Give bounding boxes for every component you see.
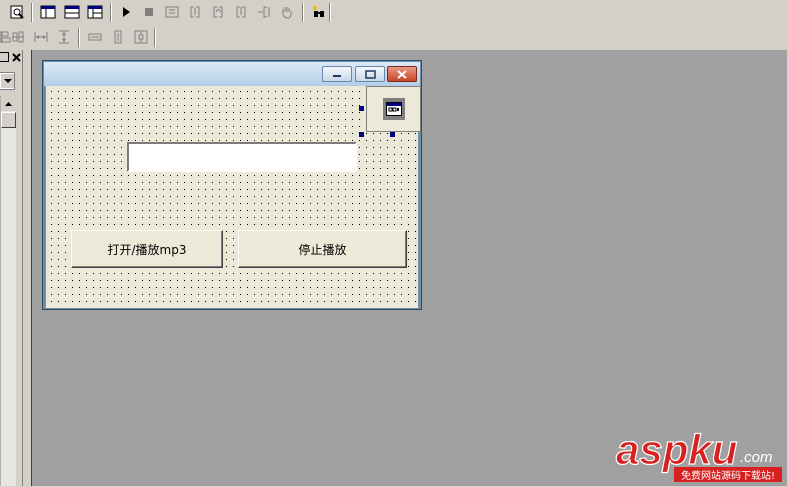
watermark-brand: aspku	[616, 426, 737, 473]
selection-handle[interactable]	[359, 106, 364, 111]
center-in-form-icon[interactable]	[131, 28, 151, 46]
scroll-thumb[interactable]	[1, 112, 16, 128]
run-icon[interactable]	[116, 3, 136, 21]
media-control-icon	[382, 98, 405, 120]
step-over-icon[interactable]	[208, 3, 228, 21]
close-icon	[397, 69, 407, 79]
file-path-input[interactable]	[127, 142, 357, 172]
selection-handle[interactable]	[390, 132, 395, 137]
form-view-icon[interactable]	[62, 3, 82, 21]
splitter[interactable]	[23, 50, 32, 486]
selection-handle[interactable]	[359, 132, 364, 137]
minimize-button[interactable]	[322, 66, 352, 82]
watermark-suffix: .com	[740, 449, 773, 466]
debug-tool-icon[interactable]	[309, 3, 329, 21]
maximize-icon	[364, 69, 376, 79]
run-to-cursor-icon[interactable]	[254, 3, 274, 21]
find-icon[interactable]	[7, 3, 27, 21]
space-vertical-icon[interactable]	[54, 28, 74, 46]
minimize-icon	[333, 75, 341, 77]
align-center-icon[interactable]	[8, 28, 28, 46]
chevron-down-icon	[1, 74, 14, 88]
stop-play-button[interactable]: 停止播放	[238, 230, 407, 268]
form-layout-icon[interactable]	[38, 3, 58, 21]
form-editor-toolbar	[0, 25, 787, 51]
left-docked-panel	[0, 50, 23, 486]
standard-toolbar	[0, 0, 787, 26]
object-dropdown[interactable]	[0, 72, 15, 90]
mci-media-control[interactable]	[366, 86, 421, 132]
panel-scrollbar[interactable]	[0, 96, 16, 486]
step-icon[interactable]	[162, 3, 182, 21]
watermark-tagline: 免费网站源码下载站!	[681, 469, 775, 482]
make-same-width-icon[interactable]	[85, 28, 105, 46]
form-titlebar[interactable]	[44, 62, 420, 86]
panel-close-icon[interactable]	[11, 52, 21, 62]
maximize-button[interactable]	[355, 66, 385, 82]
panel-restore-icon[interactable]	[0, 52, 9, 62]
open-play-mp3-button[interactable]: 打开/播放mp3	[71, 230, 223, 268]
form-window[interactable]: 打开/播放mp3 停止播放	[42, 60, 422, 310]
make-same-height-icon[interactable]	[108, 28, 128, 46]
close-button[interactable]	[387, 66, 417, 82]
hand-icon[interactable]	[277, 3, 297, 21]
stop-icon[interactable]	[139, 3, 159, 21]
space-horizontal-icon[interactable]	[31, 28, 51, 46]
aspku-watermark: aspku .com 免费网站源码下载站!	[614, 424, 784, 484]
step-out-icon[interactable]	[231, 3, 251, 21]
scroll-up-icon[interactable]	[1, 96, 16, 111]
form-design-surface[interactable]: 打开/播放mp3 停止播放	[46, 86, 421, 308]
step-into-icon[interactable]	[185, 3, 205, 21]
form-tree-icon[interactable]	[85, 3, 105, 21]
